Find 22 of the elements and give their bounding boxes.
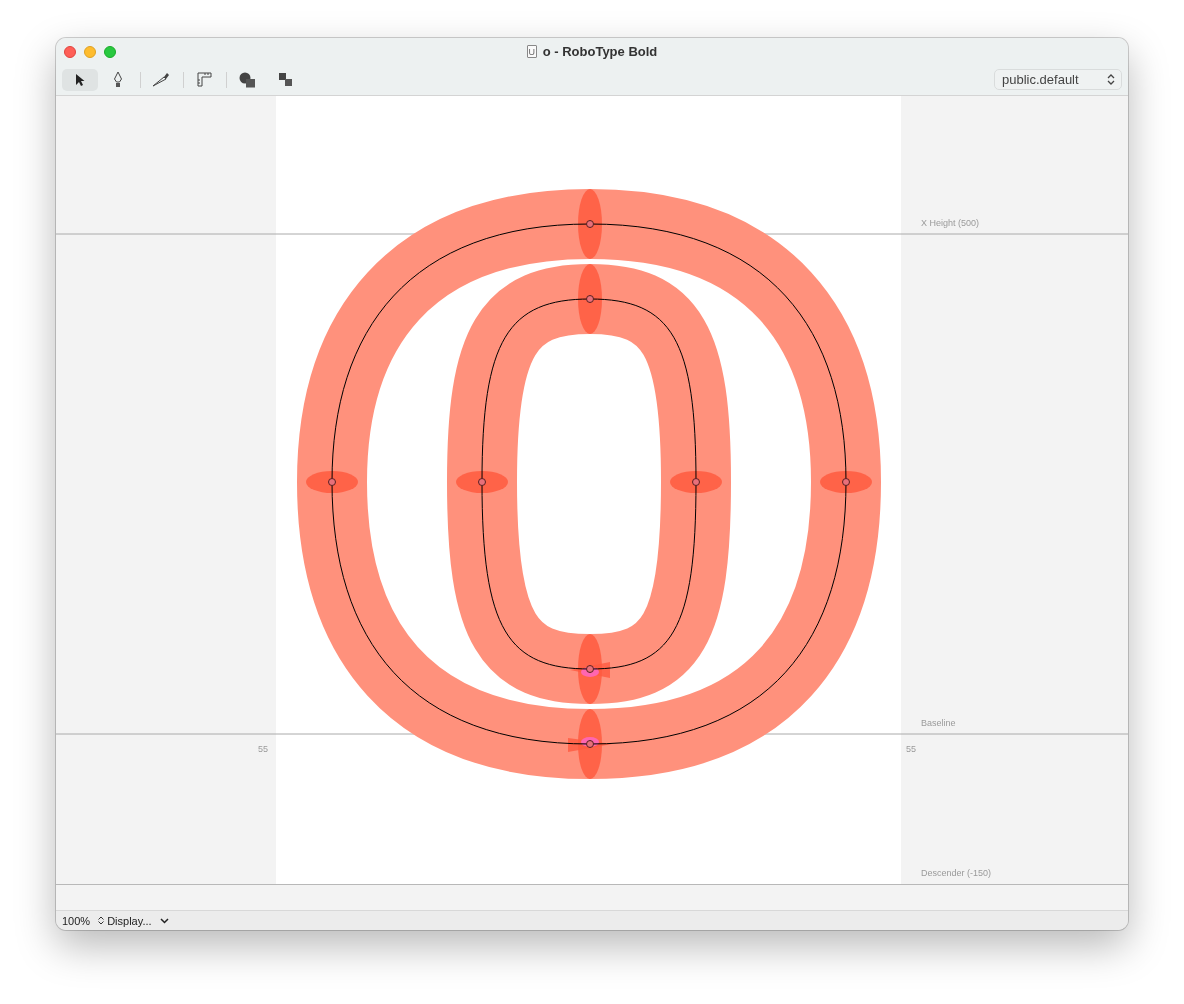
up-down-chevron-icon — [1107, 74, 1115, 85]
knife-icon — [152, 72, 170, 87]
guide-label: X Height (500) — [921, 218, 980, 228]
ruler-icon — [196, 72, 212, 87]
document-icon: U — [526, 45, 537, 58]
guide-label: Baseline — [921, 718, 956, 728]
overlap-squares-icon — [278, 73, 292, 86]
close-button[interactable] — [64, 46, 76, 58]
chevron-down-icon — [159, 917, 169, 924]
zoom-level: 100% — [62, 914, 91, 927]
shapes-icon — [238, 71, 256, 88]
pointer-icon — [75, 72, 85, 87]
pen-nib-icon — [113, 71, 123, 88]
display-menu[interactable]: Display... — [98, 914, 169, 927]
zoom-button[interactable] — [104, 46, 116, 58]
guide-label: Descender (-150) — [921, 868, 992, 878]
left-margin-value: 55 — [258, 744, 268, 754]
layer-popup[interactable]: public.default — [994, 69, 1122, 90]
up-down-chevron-icon — [98, 916, 105, 925]
tool-button[interactable] — [62, 68, 98, 91]
window-title: o - RoboType Bold — [542, 44, 658, 59]
right-margin-value: 55 — [906, 744, 916, 754]
